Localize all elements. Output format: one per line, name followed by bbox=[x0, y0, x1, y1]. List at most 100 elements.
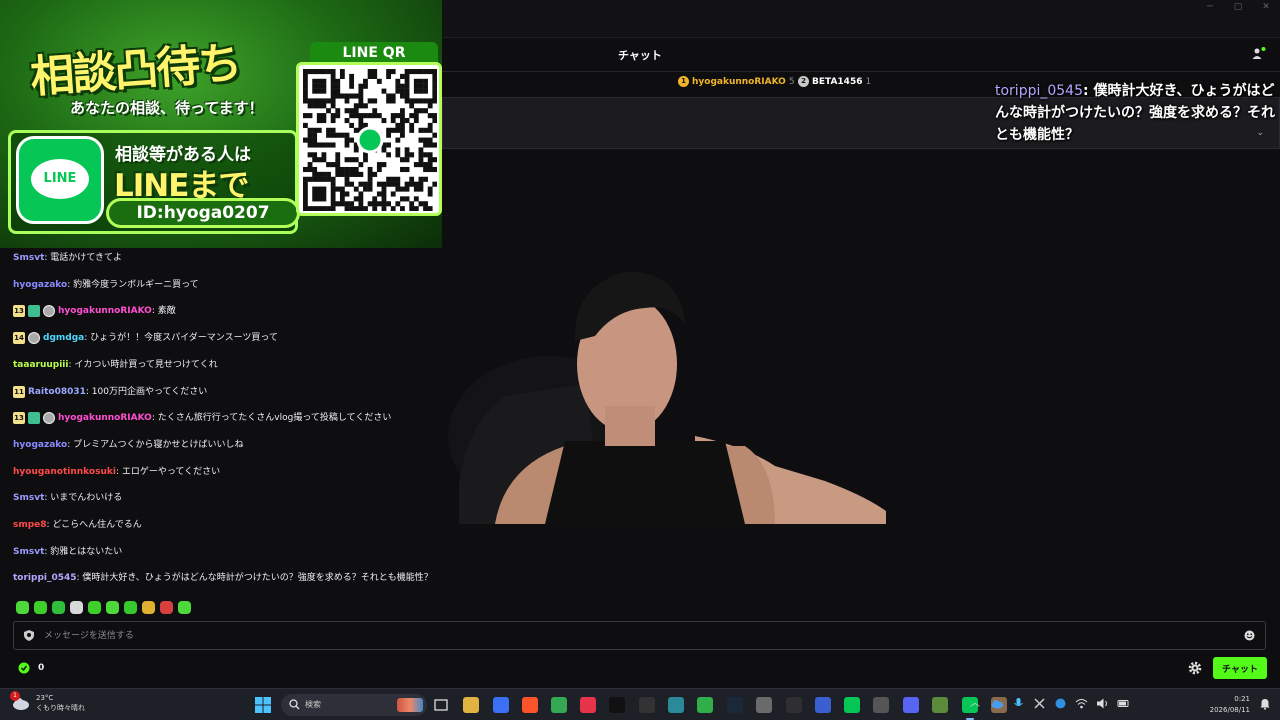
app-gray-icon[interactable] bbox=[756, 697, 772, 713]
emote-icon[interactable] bbox=[16, 601, 29, 614]
brave-icon[interactable] bbox=[522, 697, 538, 713]
emote-icon[interactable] bbox=[34, 601, 47, 614]
weather-widget[interactable]: 1 23°C くもり時々晴れ bbox=[10, 691, 85, 713]
qr-module bbox=[330, 181, 336, 187]
leaderboard-entry[interactable]: 2 BETA1456 1 bbox=[798, 76, 871, 87]
chrome-icon[interactable] bbox=[551, 697, 567, 713]
qr-module bbox=[349, 171, 355, 177]
battery-icon[interactable] bbox=[1117, 697, 1130, 710]
app-green-icon[interactable] bbox=[697, 697, 713, 713]
emoji-icon[interactable] bbox=[1244, 630, 1255, 641]
close-app-icon[interactable] bbox=[1033, 697, 1046, 710]
emote-icon[interactable] bbox=[106, 601, 119, 614]
emote-icon[interactable] bbox=[52, 601, 65, 614]
message-username[interactable]: hyogakunnoRIAKO bbox=[58, 306, 152, 316]
chat-input[interactable] bbox=[44, 626, 1224, 645]
shield-icon[interactable] bbox=[24, 630, 34, 641]
chat-message: 13 hyogakunnoRIAKO: 素敵 bbox=[13, 305, 176, 318]
qr-module bbox=[404, 157, 410, 163]
emote-icon[interactable] bbox=[178, 601, 191, 614]
qr-module bbox=[330, 98, 336, 104]
clock[interactable]: 0:21 2026/08/11 bbox=[1210, 694, 1250, 716]
app-dark-icon[interactable] bbox=[639, 697, 655, 713]
qr-module bbox=[307, 103, 313, 109]
cloud-icon[interactable] bbox=[991, 697, 1004, 710]
line-icon[interactable] bbox=[844, 697, 860, 713]
qr-module bbox=[326, 132, 331, 138]
qr-module bbox=[418, 69, 424, 75]
emote-icon[interactable] bbox=[70, 601, 83, 614]
message-username[interactable]: hyouganotinnkosuki bbox=[13, 467, 116, 477]
qr-module bbox=[409, 201, 415, 207]
qr-module bbox=[427, 157, 433, 163]
tray-chevron-up-icon[interactable]: ︿ bbox=[970, 697, 983, 710]
discord-icon[interactable] bbox=[903, 697, 919, 713]
message-username[interactable]: Raito08031 bbox=[28, 387, 86, 397]
chevron-down-icon[interactable]: ⌄ bbox=[1256, 128, 1264, 138]
message-username[interactable]: hyogazako bbox=[13, 440, 67, 450]
taskbar-search[interactable]: 検索 bbox=[281, 694, 427, 716]
qr-module bbox=[427, 69, 433, 75]
qr-module bbox=[326, 162, 331, 168]
app-star-icon[interactable] bbox=[815, 697, 831, 713]
app-teal-icon[interactable] bbox=[668, 697, 684, 713]
obs-icon[interactable] bbox=[786, 697, 802, 713]
qr-module bbox=[386, 132, 391, 138]
minecraft-icon[interactable] bbox=[932, 697, 948, 713]
speaker-icon[interactable] bbox=[1096, 697, 1109, 710]
qr-module bbox=[404, 78, 410, 84]
message-username[interactable]: Smsvt bbox=[13, 253, 44, 263]
minimize-button[interactable]: ─ bbox=[1196, 0, 1224, 16]
app-blue-icon[interactable] bbox=[493, 697, 509, 713]
app-tray-icon[interactable] bbox=[1054, 697, 1067, 710]
wifi-icon[interactable] bbox=[1075, 697, 1088, 710]
emote-icon[interactable] bbox=[124, 601, 137, 614]
qr-module bbox=[386, 127, 391, 133]
qr-module bbox=[367, 176, 373, 182]
send-chat-button[interactable]: チャット bbox=[1213, 657, 1267, 679]
message-text: : いまでんわいける bbox=[44, 493, 123, 504]
app-red-icon[interactable] bbox=[580, 697, 596, 713]
qr-module bbox=[432, 69, 437, 75]
qr-module bbox=[381, 191, 387, 197]
message-username[interactable]: Smsvt bbox=[13, 493, 44, 503]
notification-bell-icon[interactable] bbox=[1259, 698, 1271, 710]
maximize-button[interactable]: ▢ bbox=[1224, 0, 1252, 16]
qr-module bbox=[349, 157, 355, 163]
qr-module bbox=[321, 157, 327, 163]
qr-module bbox=[312, 176, 318, 182]
steam-icon[interactable] bbox=[727, 697, 743, 713]
message-username[interactable]: taaaruupiii bbox=[13, 360, 68, 370]
task-view-icon[interactable] bbox=[433, 697, 449, 713]
tiktok-icon[interactable] bbox=[609, 697, 625, 713]
weather-temp: 23°C bbox=[36, 694, 54, 702]
message-username[interactable]: torippi_0545 bbox=[13, 573, 77, 583]
emote-icon[interactable] bbox=[160, 601, 173, 614]
channel-points[interactable]: 0 bbox=[18, 662, 44, 674]
chat-message-list[interactable]: Smsvt: 電話かけてきてよ hyogazako: 豹雅今度ランボルギーニ買って… bbox=[0, 248, 442, 593]
gear-icon[interactable] bbox=[1188, 661, 1202, 675]
file-explorer-icon[interactable] bbox=[463, 697, 479, 713]
emote-icon[interactable] bbox=[88, 601, 101, 614]
message-username[interactable]: Smsvt bbox=[13, 547, 44, 557]
message-username[interactable]: hyogakunnoRIAKO bbox=[58, 413, 152, 423]
chat-message: hyogazako: プレミアムつくから寝かせとけばいいしね bbox=[13, 439, 243, 451]
microphone-icon[interactable] bbox=[1012, 697, 1025, 710]
message-username[interactable]: hyogazako bbox=[13, 280, 67, 290]
emote-icon[interactable] bbox=[142, 601, 155, 614]
users-icon[interactable] bbox=[1252, 47, 1266, 61]
qr-module bbox=[409, 176, 415, 182]
qr-module bbox=[390, 181, 396, 187]
weather-badge: 1 bbox=[10, 691, 20, 701]
qr-module bbox=[423, 137, 428, 143]
message-username[interactable]: dgmdga bbox=[43, 333, 84, 343]
message-username[interactable]: smpe8 bbox=[13, 520, 47, 530]
app-photo-icon[interactable] bbox=[873, 697, 889, 713]
pinned-username[interactable]: torippi_0545 bbox=[995, 83, 1083, 99]
qr-module bbox=[409, 122, 415, 128]
qr-module bbox=[307, 142, 313, 148]
windows-start-icon[interactable] bbox=[255, 697, 271, 713]
leaderboard-entry[interactable]: 1 hyogakunnoRIAKO 5 bbox=[678, 76, 795, 87]
close-button[interactable]: ✕ bbox=[1252, 0, 1280, 16]
qr-module bbox=[432, 98, 437, 104]
